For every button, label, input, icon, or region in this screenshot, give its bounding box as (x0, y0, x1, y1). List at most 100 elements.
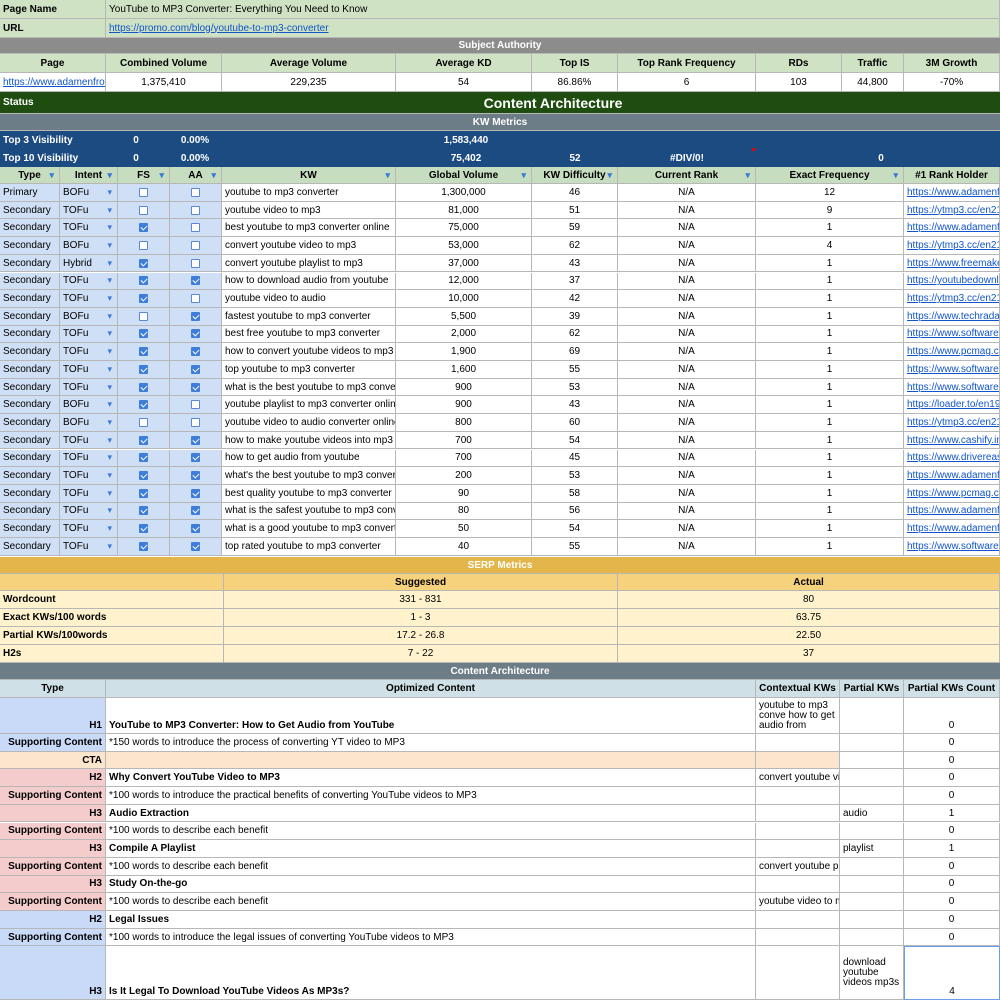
ca-optimized-content[interactable]: Why Convert YouTube Video to MP3 (106, 769, 756, 788)
rank-holder-link[interactable]: https://www.cashify.in/ho (904, 431, 1000, 450)
intent-dropdown[interactable]: TOFu (60, 467, 118, 485)
rank-holder-link[interactable]: https://ytmp3.cc/en21/ (904, 414, 1000, 432)
aa-checkbox-cell[interactable] (170, 201, 222, 220)
fs-checkbox-cell[interactable] (118, 484, 170, 503)
intent-dropdown[interactable]: TOFu (60, 431, 118, 450)
fs-checkbox-cell[interactable] (118, 520, 170, 538)
url-link[interactable]: https://promo.com/blog/youtube-to-mp3-co… (106, 19, 1000, 38)
kw-header-fs[interactable]: FS (118, 167, 170, 184)
fs-checkbox-cell[interactable] (118, 538, 170, 556)
kw-header-type[interactable]: Type (0, 167, 60, 184)
fs-checkbox-cell[interactable] (118, 201, 170, 220)
aa-checkbox-cell[interactable] (170, 219, 222, 238)
rank-holder-link[interactable]: https://loader.to/en19/ (904, 396, 1000, 415)
rank-holder-link[interactable]: https://www.drivereasy.c (904, 449, 1000, 468)
aa-checkbox[interactable] (191, 276, 200, 286)
aa-checkbox[interactable] (191, 435, 200, 445)
kw-header-intent[interactable]: Intent (60, 167, 118, 184)
ca-optimized-content[interactable]: *100 words to describe each benefit (106, 822, 756, 841)
fs-checkbox[interactable] (139, 400, 148, 410)
aa-checkbox[interactable] (191, 258, 200, 268)
rank-holder-link[interactable]: https://www.softwaretest (904, 361, 1000, 379)
sa-value-page[interactable]: https://www.adamenfroy.co (0, 73, 106, 92)
intent-dropdown[interactable]: TOFu (60, 449, 118, 468)
intent-dropdown[interactable]: Hybrid (60, 254, 118, 273)
aa-checkbox[interactable] (191, 506, 200, 516)
ca-optimized-content[interactable]: *150 words to introduce the process of c… (106, 734, 756, 752)
rank-holder-link[interactable]: https://youtubedownload (904, 272, 1000, 291)
aa-checkbox-cell[interactable] (170, 431, 222, 450)
intent-dropdown[interactable]: TOFu (60, 325, 118, 344)
aa-checkbox-cell[interactable] (170, 414, 222, 432)
kw-header-rank-holder[interactable]: #1 Rank Holder (904, 167, 1000, 184)
rank-holder-link[interactable]: https://www.adamenfroy. (904, 467, 1000, 485)
aa-checkbox-cell[interactable] (170, 538, 222, 556)
ca-optimized-content[interactable]: *100 words to introduce the practical be… (106, 787, 756, 805)
aa-checkbox-cell[interactable] (170, 184, 222, 202)
fs-checkbox[interactable] (139, 524, 148, 534)
aa-checkbox-cell[interactable] (170, 343, 222, 361)
intent-dropdown[interactable]: BOFu (60, 237, 118, 255)
aa-checkbox[interactable] (191, 329, 200, 339)
rank-holder-link[interactable]: https://www.softwaretest (904, 325, 1000, 344)
aa-checkbox[interactable] (191, 382, 200, 392)
aa-checkbox[interactable] (191, 524, 200, 534)
rank-holder-link[interactable]: https://ytmp3.cc/en21/ (904, 237, 1000, 255)
fs-checkbox[interactable] (139, 223, 148, 233)
rank-holder-link[interactable]: https://www.softwaretest (904, 538, 1000, 556)
kw-header-kw[interactable]: KW (222, 167, 396, 184)
fs-checkbox[interactable] (139, 329, 148, 339)
fs-checkbox[interactable] (139, 205, 148, 215)
ca-optimized-content[interactable]: *100 words to describe each benefit (106, 857, 756, 876)
intent-dropdown[interactable]: TOFu (60, 378, 118, 397)
fs-checkbox-cell[interactable] (118, 184, 170, 202)
aa-checkbox[interactable] (191, 400, 200, 410)
ca-optimized-content[interactable]: Is It Legal To Download YouTube Videos A… (106, 946, 756, 1000)
aa-checkbox-cell[interactable] (170, 520, 222, 538)
aa-checkbox-cell[interactable] (170, 467, 222, 485)
fs-checkbox-cell[interactable] (118, 361, 170, 379)
aa-checkbox[interactable] (191, 187, 200, 197)
ca-optimized-content[interactable]: Compile A Playlist (106, 840, 756, 858)
rank-holder-link[interactable]: https://www.adamenfroy. (904, 219, 1000, 238)
aa-checkbox[interactable] (191, 417, 200, 427)
fs-checkbox[interactable] (139, 294, 148, 304)
aa-checkbox[interactable] (191, 364, 200, 374)
fs-checkbox[interactable] (139, 276, 148, 286)
aa-checkbox[interactable] (191, 294, 200, 304)
intent-dropdown[interactable]: TOFu (60, 219, 118, 238)
aa-checkbox[interactable] (191, 541, 200, 551)
intent-dropdown[interactable]: BOFu (60, 307, 118, 326)
fs-checkbox-cell[interactable] (118, 502, 170, 521)
rank-holder-link[interactable]: https://www.adamenfroy. (904, 502, 1000, 521)
fs-checkbox-cell[interactable] (118, 219, 170, 238)
rank-holder-link[interactable]: https://ytmp3.cc/en21/ (904, 290, 1000, 308)
aa-checkbox-cell[interactable] (170, 254, 222, 273)
ca-optimized-content[interactable]: *100 words to describe each benefit (106, 893, 756, 911)
fs-checkbox-cell[interactable] (118, 290, 170, 308)
fs-checkbox-cell[interactable] (118, 272, 170, 291)
fs-checkbox-cell[interactable] (118, 449, 170, 468)
fs-checkbox-cell[interactable] (118, 414, 170, 432)
aa-checkbox[interactable] (191, 471, 200, 481)
fs-checkbox-cell[interactable] (118, 467, 170, 485)
aa-checkbox-cell[interactable] (170, 237, 222, 255)
rank-holder-link[interactable]: https://www.adamenfroy. (904, 184, 1000, 202)
fs-checkbox-cell[interactable] (118, 254, 170, 273)
fs-checkbox[interactable] (139, 311, 148, 321)
kw-header-exact-frequency[interactable]: Exact Frequency (756, 167, 904, 184)
rank-holder-link[interactable]: https://www.softwaretest (904, 378, 1000, 397)
aa-checkbox-cell[interactable] (170, 272, 222, 291)
fs-checkbox-cell[interactable] (118, 431, 170, 450)
aa-checkbox-cell[interactable] (170, 378, 222, 397)
intent-dropdown[interactable]: TOFu (60, 361, 118, 379)
intent-dropdown[interactable]: TOFu (60, 520, 118, 538)
kw-header-current-rank[interactable]: Current Rank (618, 167, 756, 184)
fs-checkbox-cell[interactable] (118, 343, 170, 361)
fs-checkbox-cell[interactable] (118, 307, 170, 326)
ca-optimized-content[interactable]: *100 words to introduce the legal issues… (106, 928, 756, 947)
fs-checkbox-cell[interactable] (118, 396, 170, 415)
rank-holder-link[interactable]: https://www.pcmag.com/ (904, 484, 1000, 503)
fs-checkbox-cell[interactable] (118, 237, 170, 255)
ca-optimized-content[interactable]: Study On-the-go (106, 875, 756, 894)
